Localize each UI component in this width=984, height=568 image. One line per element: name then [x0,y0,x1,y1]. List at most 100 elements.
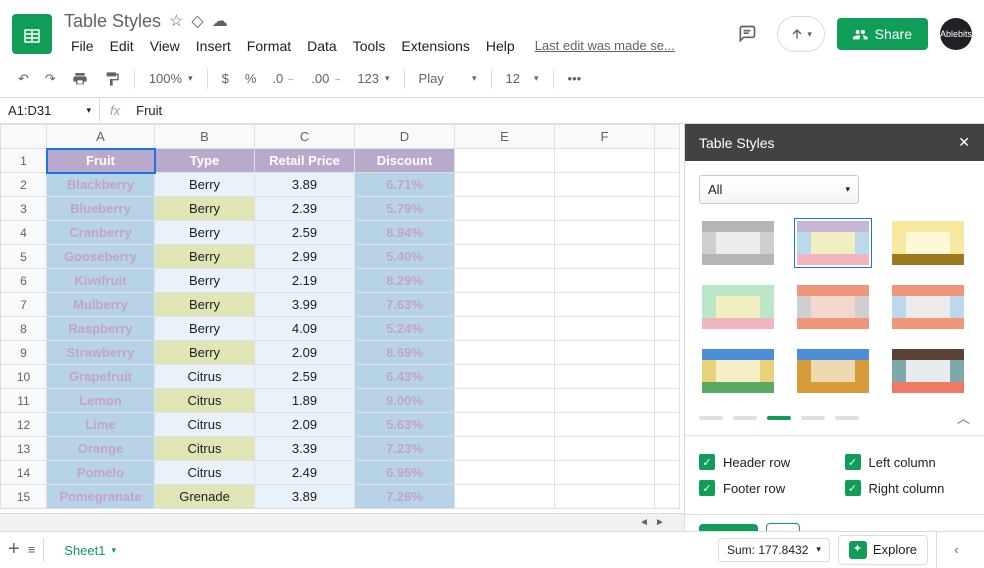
cell[interactable]: 1.89 [255,389,355,413]
cell[interactable]: Grapefruit [47,365,155,389]
page-dot[interactable] [767,416,791,420]
row-header[interactable]: 9 [1,341,47,365]
cell[interactable]: Citrus [155,365,255,389]
cell[interactable]: Berry [155,173,255,197]
menu-data[interactable]: Data [300,34,344,58]
cell[interactable]: 3.39 [255,437,355,461]
zoom-select[interactable]: 100%▾ [143,67,199,90]
last-edit-link[interactable]: Last edit was made se... [528,34,682,58]
column-header[interactable]: F [555,125,655,149]
more-formats-button[interactable]: 123▾ [351,67,395,90]
cell[interactable]: Gooseberry [47,245,155,269]
cell[interactable]: 3.89 [255,173,355,197]
decrease-decimal-button[interactable]: .0← [266,67,301,90]
cell[interactable]: Grenade [155,485,255,509]
menu-tools[interactable]: Tools [346,34,393,58]
cell[interactable]: 2.19 [255,269,355,293]
cell[interactable]: 3.89 [255,485,355,509]
menu-extensions[interactable]: Extensions [394,34,476,58]
apply-style-button[interactable]: Style [699,524,758,532]
cell[interactable]: Retail Price [255,149,355,173]
row-header[interactable]: 5 [1,245,47,269]
side-panel-toggle[interactable]: ‹ [936,532,976,568]
more-toolbar-button[interactable]: ••• [562,67,588,90]
print-button[interactable] [66,67,94,91]
cell[interactable]: 6.95% [355,461,455,485]
row-header[interactable]: 13 [1,437,47,461]
cell[interactable]: 9.00% [355,389,455,413]
right-column-checkbox[interactable]: ✓Right column [845,480,971,496]
style-filter-button[interactable] [766,523,800,531]
comments-icon[interactable] [729,16,765,52]
menu-format[interactable]: Format [240,34,298,58]
style-template[interactable] [889,218,967,268]
row-header[interactable]: 3 [1,197,47,221]
style-template[interactable] [699,282,777,332]
cell[interactable]: Lemon [47,389,155,413]
cell[interactable]: Type [155,149,255,173]
cell[interactable]: 2.09 [255,341,355,365]
column-header[interactable]: B [155,125,255,149]
cloud-status-icon[interactable]: ☁ [212,11,228,31]
category-filter-select[interactable]: All▾ [699,175,859,204]
cell[interactable]: 2.39 [255,197,355,221]
increase-decimal-button[interactable]: .00→ [305,67,347,90]
cell[interactable]: 4.09 [255,317,355,341]
row-header[interactable]: 15 [1,485,47,509]
column-header[interactable]: E [455,125,555,149]
cell[interactable]: Berry [155,341,255,365]
font-size-select[interactable]: 12▾ [500,67,545,90]
sidebar-menu-icon[interactable]: ≡ [953,527,970,532]
row-header[interactable]: 8 [1,317,47,341]
header-row-checkbox[interactable]: ✓Header row [699,454,825,470]
cell[interactable]: Citrus [155,437,255,461]
collapse-icon[interactable]: ︿ [957,408,970,427]
column-header[interactable]: C [255,125,355,149]
paint-format-button[interactable] [98,67,126,91]
cell[interactable]: 2.59 [255,221,355,245]
row-header[interactable]: 7 [1,293,47,317]
row-header[interactable]: 4 [1,221,47,245]
add-sheet-button[interactable]: + [8,538,20,561]
cell[interactable]: 6.43% [355,365,455,389]
cell[interactable]: Strawberry [47,341,155,365]
star-icon[interactable]: ☆ [169,11,183,31]
account-avatar[interactable]: Ablebits [940,18,972,50]
scroll-right-arrow[interactable]: ► [652,515,668,531]
cell[interactable]: Blueberry [47,197,155,221]
present-button[interactable]: ▾ [777,16,825,52]
format-percent-button[interactable]: % [239,67,263,90]
sheets-logo[interactable] [12,14,52,54]
explore-button[interactable]: Explore [838,535,928,565]
cell[interactable]: Berry [155,245,255,269]
select-all-corner[interactable] [1,125,47,149]
sheet-tab[interactable]: Sheet1▾ [52,535,128,564]
undo-button[interactable]: ↶ [12,67,35,91]
cell[interactable]: 8.69% [355,341,455,365]
left-column-checkbox[interactable]: ✓Left column [845,454,971,470]
row-header[interactable]: 14 [1,461,47,485]
cell[interactable]: Blackberry [47,173,155,197]
cell[interactable]: 2.99 [255,245,355,269]
cell[interactable]: 2.09 [255,413,355,437]
cell[interactable]: Berry [155,293,255,317]
cell[interactable]: 2.49 [255,461,355,485]
cell[interactable]: 5.24% [355,317,455,341]
move-icon[interactable]: ◇ [191,11,203,31]
cell[interactable]: Citrus [155,389,255,413]
menu-view[interactable]: View [143,34,187,58]
cell[interactable]: Lime [47,413,155,437]
cell[interactable]: 6.71% [355,173,455,197]
row-header[interactable]: 6 [1,269,47,293]
page-dot[interactable] [801,416,825,420]
style-template[interactable] [699,218,777,268]
cell[interactable]: 8.94% [355,221,455,245]
menu-file[interactable]: File [64,34,101,58]
style-template[interactable] [889,346,967,396]
style-template[interactable] [889,282,967,332]
row-header[interactable]: 11 [1,389,47,413]
cell[interactable]: Pomelo [47,461,155,485]
cell[interactable]: Cranberry [47,221,155,245]
cell[interactable]: 7.63% [355,293,455,317]
style-template[interactable] [794,218,872,268]
